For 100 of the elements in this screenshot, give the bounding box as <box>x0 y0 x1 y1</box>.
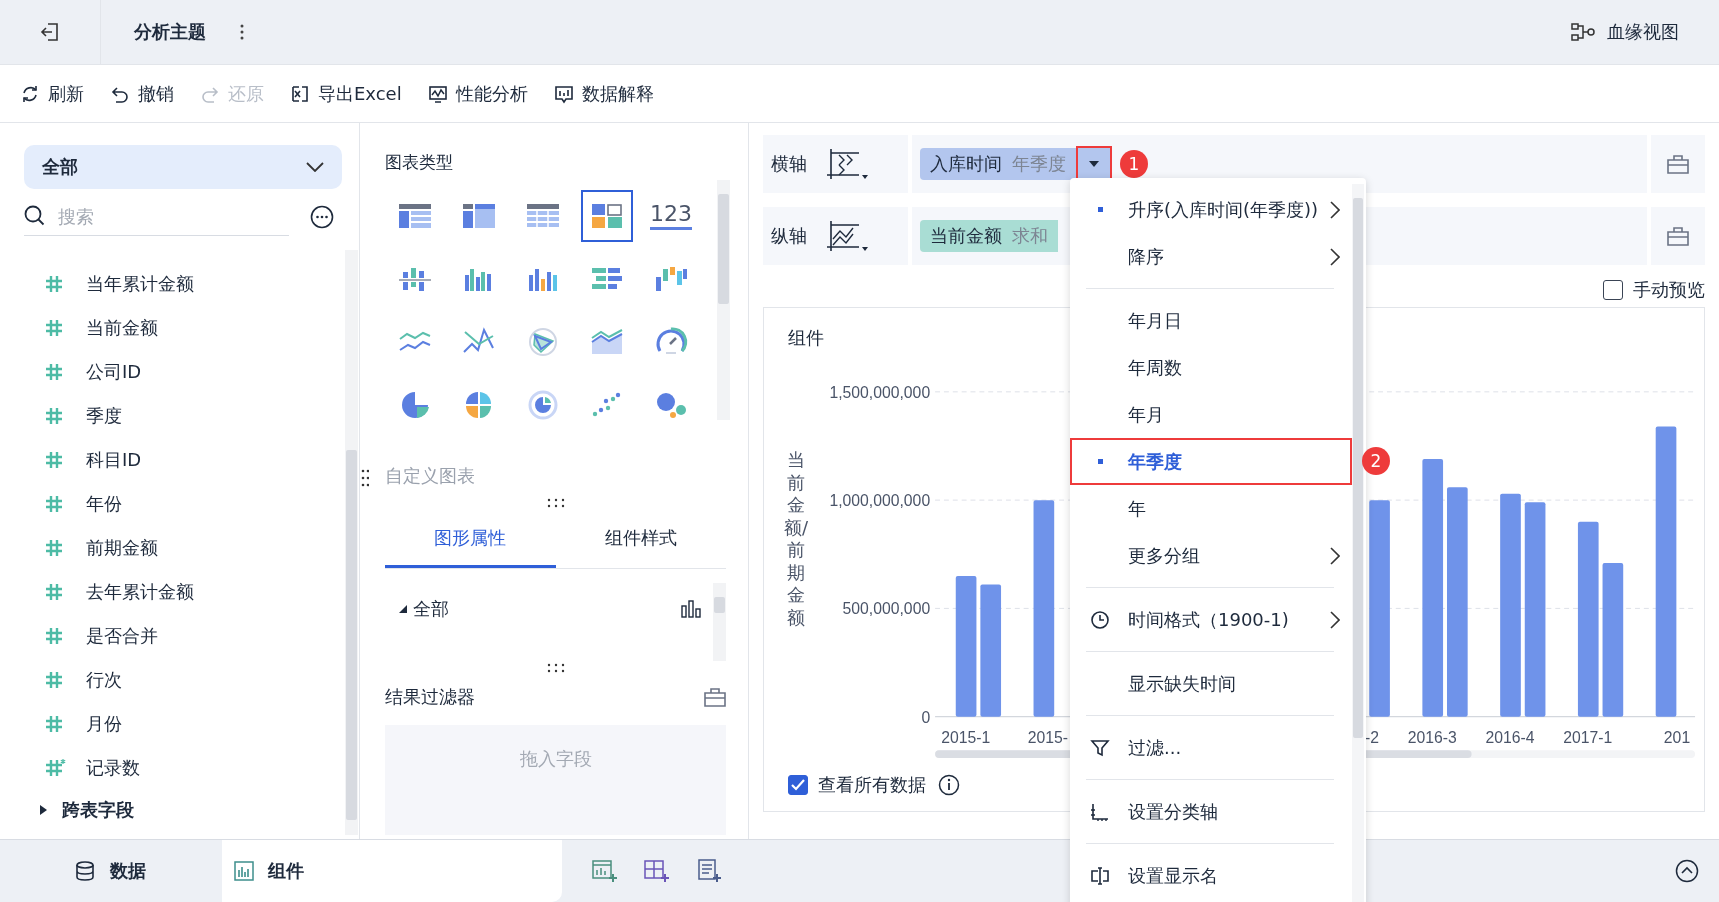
toolbox-icon[interactable] <box>1667 154 1689 174</box>
field-item[interactable]: 月份 <box>44 702 345 746</box>
refresh-icon <box>20 83 40 104</box>
menu-item[interactable]: 更多分组 <box>1070 532 1352 579</box>
field-pill[interactable]: 入库时间 年季度 <box>920 148 1076 180</box>
axis-tick-label: 2015- <box>1027 729 1068 747</box>
section-title: 结果过滤器 <box>385 685 475 709</box>
bar[interactable] <box>1655 426 1677 717</box>
field-item[interactable]: 科目ID <box>44 438 345 482</box>
field-item[interactable]: 记录数 <box>44 746 345 790</box>
count-field-icon <box>44 759 66 777</box>
search-icon <box>24 205 46 227</box>
lineage-view-button[interactable]: 血缘视图 <box>1571 20 1679 44</box>
bar-chart-icon <box>234 861 254 881</box>
field-item[interactable]: 当前金额 <box>44 306 345 350</box>
expand-triangle-icon[interactable] <box>38 804 48 816</box>
add-report-icon[interactable] <box>696 859 722 883</box>
menu-item[interactable]: 升序(入库时间(年季度)) <box>1070 186 1352 233</box>
page-title: 分析主题 <box>134 20 206 44</box>
expand-toggle-icon[interactable] <box>399 605 407 613</box>
add-layout-icon[interactable] <box>644 859 670 883</box>
toolbar-button[interactable]: 撤销 <box>110 81 174 106</box>
bottom-tab[interactable]: 组件 <box>222 840 562 902</box>
menu-item[interactable]: 年月日 <box>1070 297 1352 344</box>
y-axis-icon[interactable] <box>825 219 869 253</box>
callout-badge: 1 <box>1120 150 1148 178</box>
dropdown-button[interactable] <box>1078 148 1110 180</box>
field-item[interactable]: 年份 <box>44 482 345 526</box>
axis-label: 纵轴 <box>771 224 807 248</box>
chart-type-button[interactable]: 123 <box>645 190 697 242</box>
menu-item[interactable]: 年周数 <box>1070 344 1352 391</box>
toolbar-button[interactable]: 性能分析 <box>427 81 528 106</box>
scrollbar[interactable] <box>713 583 726 661</box>
add-chart-icon[interactable] <box>592 859 618 883</box>
menu-item[interactable]: 设置显示名 <box>1070 852 1352 899</box>
bar[interactable] <box>1422 459 1444 717</box>
more-icon[interactable] <box>240 24 244 40</box>
bullet-icon <box>1098 459 1103 464</box>
axis-tick-label: 201 <box>1663 729 1691 747</box>
bar[interactable] <box>1524 502 1546 717</box>
rename-icon <box>1090 865 1110 886</box>
menu-item[interactable]: 年月 <box>1070 391 1352 438</box>
line-chart-icon <box>427 83 448 104</box>
scope-dropdown[interactable]: 全部 <box>24 145 342 189</box>
bar-chart-icon[interactable] <box>681 600 701 618</box>
tree-item[interactable]: 全部 <box>413 597 449 621</box>
toolbar-button[interactable]: 导出Excel <box>290 81 402 106</box>
bar[interactable] <box>1602 562 1624 717</box>
axis-label: 横轴 <box>771 152 807 176</box>
field-item[interactable]: 当年累计金额 <box>44 262 345 306</box>
bar[interactable] <box>1033 500 1055 717</box>
field-item[interactable]: 行次 <box>44 658 345 702</box>
property-tab[interactable]: 组件样式 <box>555 510 726 568</box>
checkmark-icon <box>791 779 805 791</box>
field-group[interactable]: 跨表字段 <box>62 798 134 822</box>
axis-tick-label: 0 <box>921 708 931 726</box>
info-icon[interactable] <box>938 774 960 796</box>
chevron-right-icon <box>1330 610 1340 629</box>
filter-icon <box>1090 737 1110 758</box>
menu-item[interactable]: 时间格式（1900-1) <box>1070 596 1352 643</box>
menu-item[interactable]: 年 <box>1070 485 1352 532</box>
bar[interactable] <box>955 575 977 717</box>
x-axis-icon[interactable] <box>825 147 869 181</box>
collapse-icon[interactable] <box>1675 859 1699 883</box>
splitter-handle[interactable] <box>361 468 369 488</box>
bar[interactable] <box>1577 521 1599 717</box>
field-pill[interactable]: 当前金额 求和 <box>920 220 1058 252</box>
lineage-icon <box>1571 22 1595 42</box>
manual-preview-checkbox[interactable]: 手动预览 <box>1603 275 1705 305</box>
section-title: 图表类型 <box>385 151 454 174</box>
caret-icon <box>1089 161 1099 167</box>
scrollbar[interactable] <box>345 250 358 835</box>
scrollbar[interactable] <box>717 180 730 420</box>
drag-handle[interactable] <box>545 663 566 673</box>
axis-tick-label: 1,000,000,000 <box>829 492 931 510</box>
toolbar-button[interactable]: 数据解释 <box>553 81 654 106</box>
drag-handle[interactable] <box>545 498 566 508</box>
axis-tick-label: 1,500,000,000 <box>829 383 931 401</box>
axis-tick-label: 2016-4 <box>1485 729 1535 747</box>
chart-type-button[interactable] <box>581 190 633 242</box>
search-field[interactable]: 搜索 <box>56 204 260 228</box>
field-item[interactable]: 公司ID <box>44 350 345 394</box>
menu-item[interactable]: 过滤... <box>1070 724 1352 771</box>
toolbox-icon[interactable] <box>1667 226 1689 246</box>
bar[interactable] <box>980 584 1002 717</box>
scrollbar[interactable] <box>1352 184 1364 902</box>
show-all-data-checkbox[interactable]: 查看所有数据 <box>788 773 926 797</box>
field-item[interactable]: 是否合并 <box>44 614 345 658</box>
field-item[interactable]: 季度 <box>44 394 345 438</box>
field-item[interactable]: 前期金额 <box>44 526 345 570</box>
property-tab[interactable]: 图形属性 <box>385 510 556 568</box>
menu-item[interactable]: 年季度 <box>1070 438 1352 485</box>
menu-item[interactable]: 设置分类轴 <box>1070 788 1352 835</box>
field-item[interactable]: 去年累计金额 <box>44 570 345 614</box>
bottom-tab[interactable]: 数据 <box>0 840 220 902</box>
menu-item[interactable]: 显示缺失时间 <box>1070 660 1352 707</box>
menu-item[interactable]: 降序 <box>1070 233 1352 280</box>
more-options-icon[interactable] <box>310 204 334 229</box>
toolbox-icon[interactable] <box>704 687 726 707</box>
toolbar-button[interactable]: 刷新 <box>20 81 84 106</box>
